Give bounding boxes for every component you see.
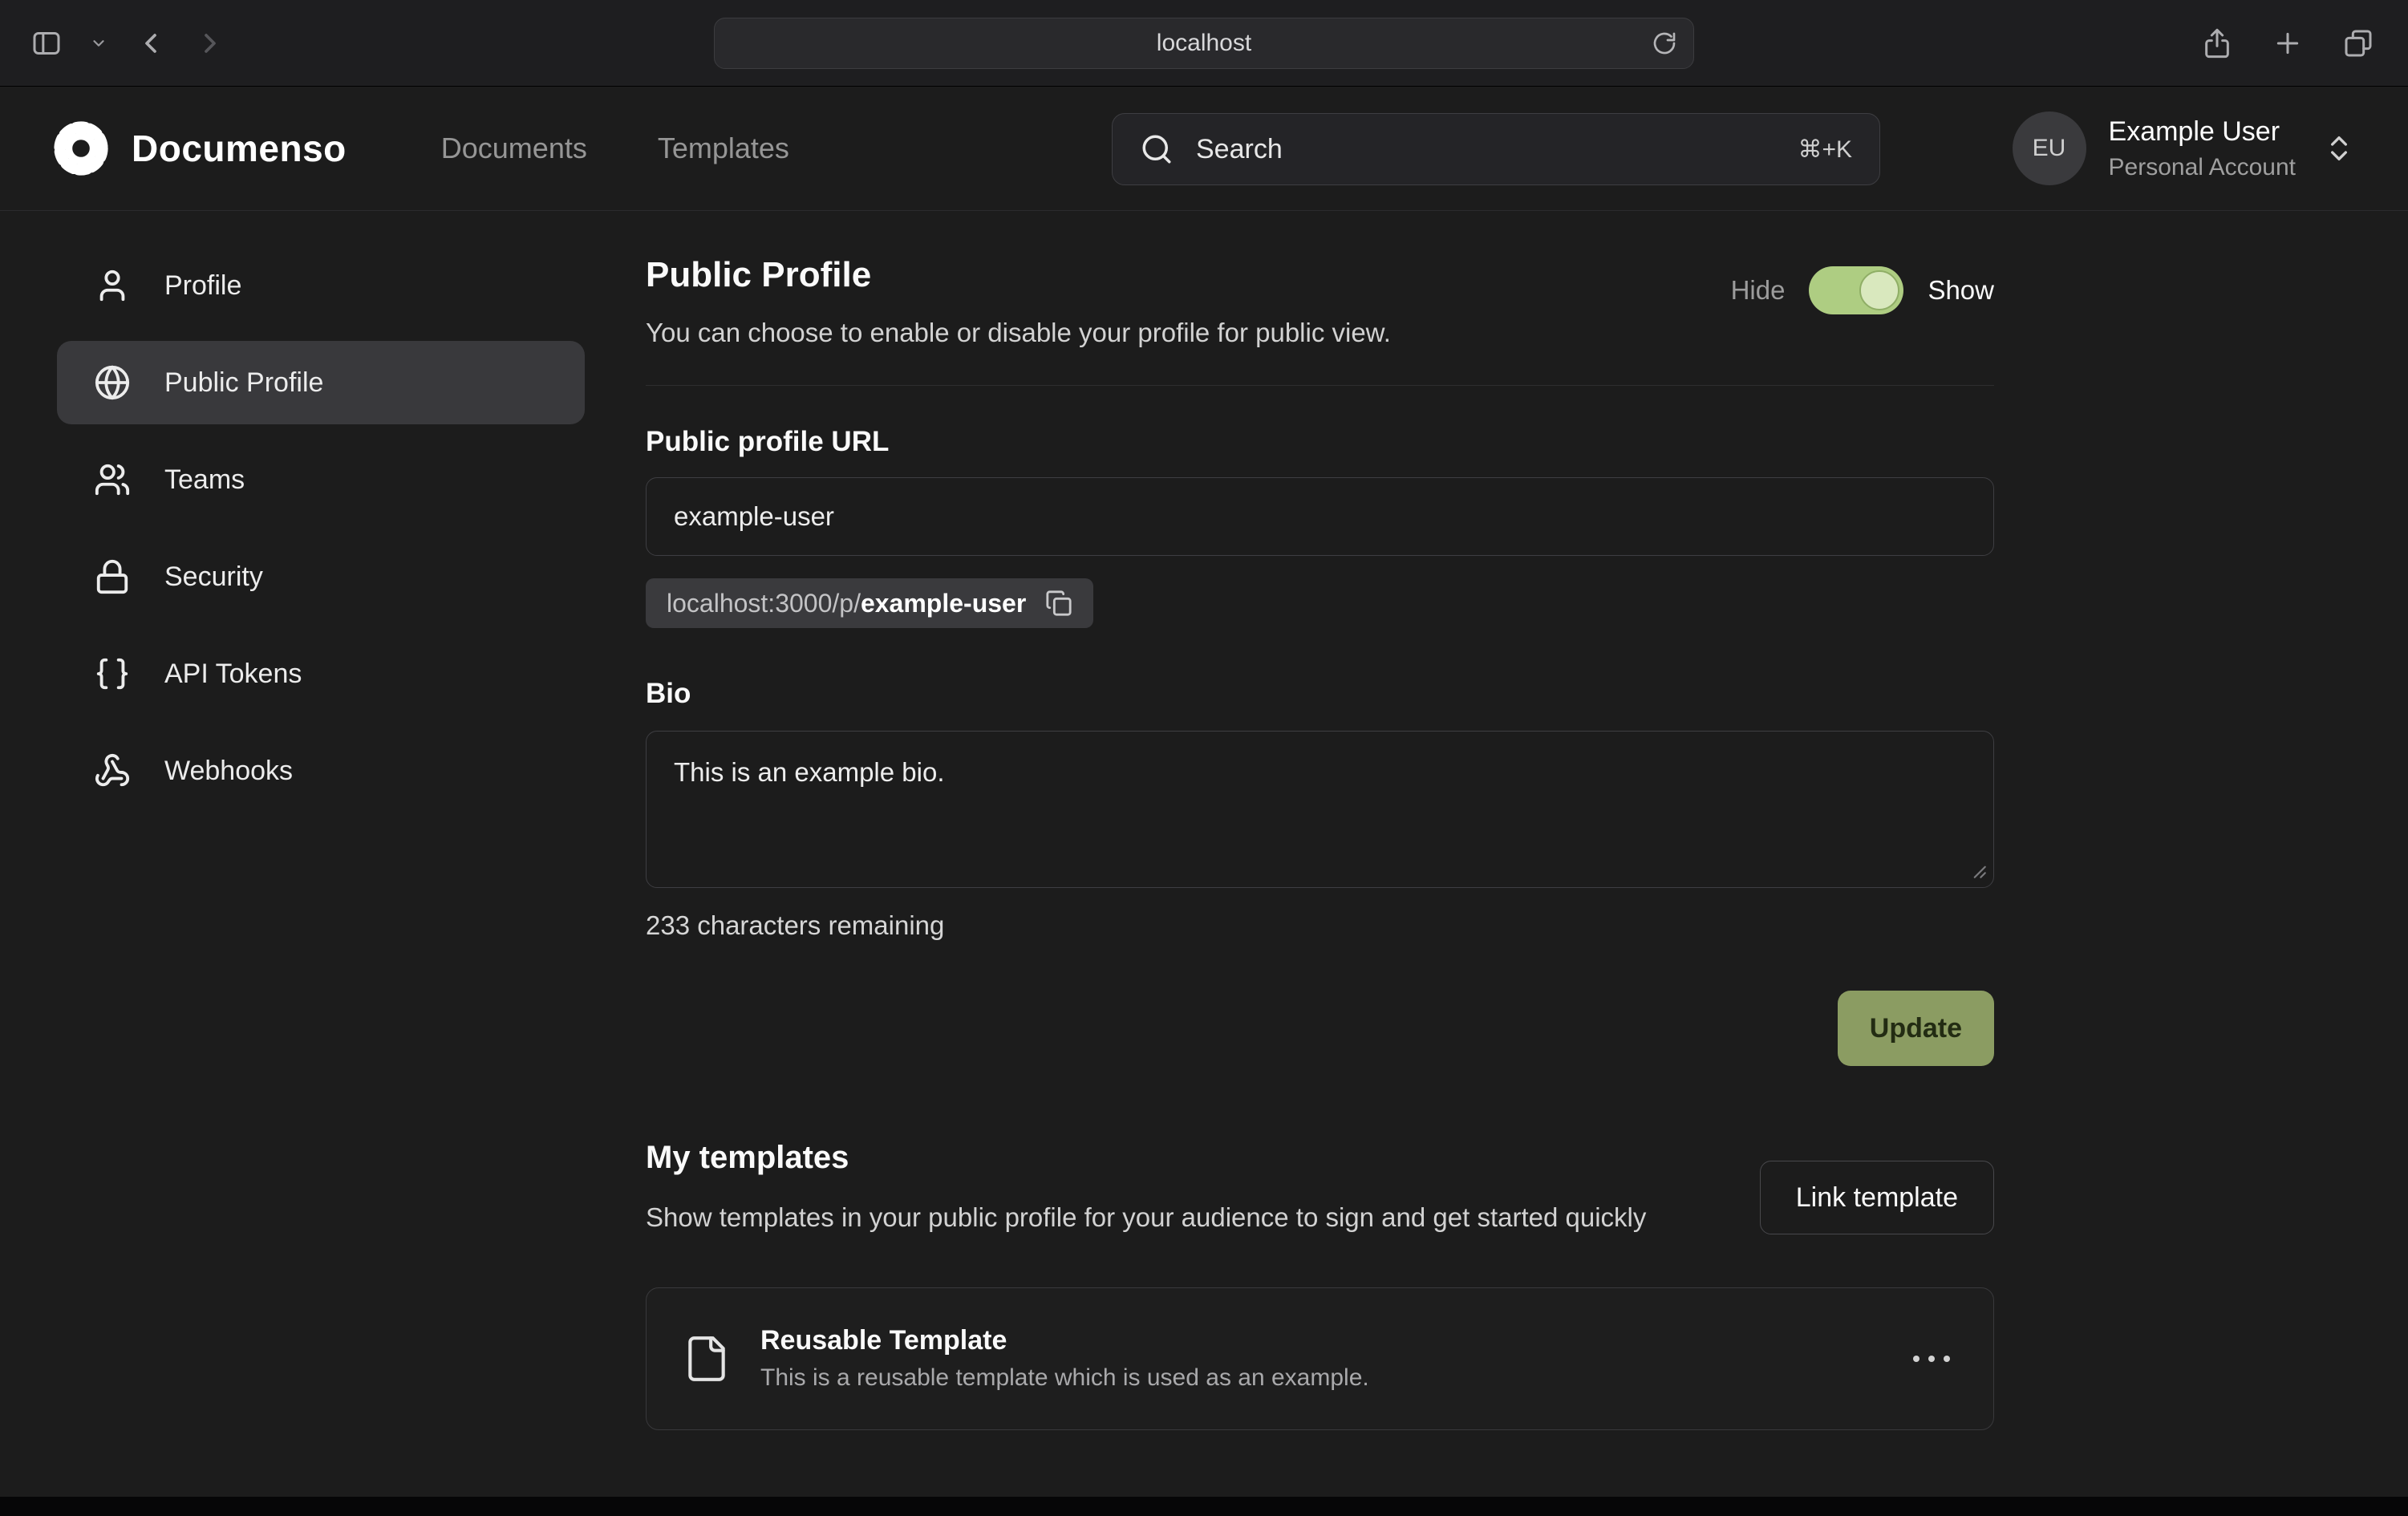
app-body: Profile Public Profile Teams Security AP… (0, 212, 2408, 1497)
sidebar-item-label: Profile (164, 270, 241, 302)
main-nav: Documents Templates (441, 132, 789, 165)
tab-overview-icon[interactable] (2342, 27, 2374, 59)
update-row: Update (646, 991, 1994, 1066)
update-button[interactable]: Update (1838, 991, 1994, 1066)
sidebar-toggle-icon[interactable] (30, 27, 63, 59)
sidebar-item-api-tokens[interactable]: API Tokens (57, 632, 585, 715)
ellipsis-dot (1944, 1356, 1950, 1362)
account-info: Example User Personal Account (2109, 116, 2296, 181)
bio-field-wrap: This is an example bio. (646, 731, 1994, 888)
nav-templates[interactable]: Templates (658, 132, 789, 165)
back-button[interactable] (135, 27, 167, 59)
characters-remaining: 233 characters remaining (646, 910, 1994, 941)
account-name: Example User (2109, 116, 2296, 148)
toggle-show-label: Show (1928, 275, 1994, 306)
page-title-block: Public Profile You can choose to enable … (646, 255, 1391, 348)
profile-visibility-control: Hide Show (1731, 266, 1994, 314)
public-profile-settings: Public Profile You can choose to enable … (646, 212, 1994, 1430)
sidebar-item-security[interactable]: Security (57, 535, 585, 618)
account-type: Personal Account (2109, 154, 2296, 181)
sidebar-item-label: Security (164, 561, 263, 593)
search-shortcut-hint: ⌘+K (1798, 136, 1852, 164)
sidebar-item-label: Teams (164, 464, 245, 496)
globe-icon (94, 364, 131, 401)
account-menu[interactable]: EU Example User Personal Account (2013, 111, 2355, 185)
template-description: This is a reusable template which is use… (760, 1364, 1369, 1392)
sidebar-item-label: API Tokens (164, 659, 302, 690)
sidebar-item-label: Public Profile (164, 367, 323, 399)
documenso-logo-icon (51, 119, 111, 178)
window-bottom-edge (0, 1497, 2408, 1516)
nav-documents[interactable]: Documents (441, 132, 587, 165)
sidebar-item-teams[interactable]: Teams (57, 438, 585, 521)
brand-logo[interactable]: Documenso (51, 119, 347, 178)
address-bar-url: localhost (1157, 30, 1251, 57)
browser-chrome: localhost (0, 0, 2408, 87)
sidebar-item-public-profile[interactable]: Public Profile (57, 341, 585, 424)
new-tab-icon[interactable] (2272, 27, 2304, 59)
chevrons-up-down-icon (2323, 132, 2355, 164)
toggle-hide-label: Hide (1731, 275, 1786, 306)
chevron-down-icon[interactable] (90, 34, 107, 52)
search-icon (1140, 132, 1174, 166)
profile-url-slug: example-user (861, 589, 1026, 618)
template-name: Reusable Template (760, 1325, 1369, 1356)
avatar: EU (2013, 111, 2086, 185)
profile-visibility-toggle[interactable] (1809, 266, 1903, 314)
my-templates-section: My templates Show templates in your publ… (646, 1140, 1994, 1430)
section-divider (646, 385, 1994, 386)
profile-url-text: localhost:3000/p/example-user (667, 589, 1026, 618)
bio-label: Bio (646, 678, 1994, 710)
toggle-thumb (1859, 270, 1899, 310)
my-templates-description: Show templates in your public profile fo… (646, 1198, 1721, 1238)
ellipsis-dot (1928, 1356, 1935, 1362)
browser-toolbar-right (2201, 27, 2374, 59)
reload-icon[interactable] (1652, 30, 1677, 56)
lock-icon (94, 558, 131, 595)
user-icon (94, 267, 131, 304)
sidebar-item-webhooks[interactable]: Webhooks (57, 729, 585, 813)
share-icon[interactable] (2201, 27, 2233, 59)
page-title-row: Public Profile You can choose to enable … (646, 255, 1994, 348)
search-input[interactable]: Search ⌘+K (1112, 113, 1880, 185)
brand-name: Documenso (132, 127, 347, 170)
braces-icon (94, 655, 131, 692)
copy-icon[interactable] (1045, 590, 1072, 617)
profile-url-preview[interactable]: localhost:3000/p/example-user (646, 578, 1093, 628)
page-subtitle: You can choose to enable or disable your… (646, 318, 1391, 348)
public-profile-url-input[interactable] (646, 477, 1994, 556)
file-icon (682, 1334, 732, 1384)
settings-sidebar: Profile Public Profile Teams Security AP… (57, 244, 585, 826)
bio-textarea[interactable]: This is an example bio. (646, 731, 1994, 888)
public-profile-url-label: Public profile URL (646, 426, 1994, 458)
webhook-icon (94, 752, 131, 789)
search-placeholder: Search (1196, 134, 1283, 165)
browser-nav-controls (0, 27, 226, 59)
template-info: Reusable Template This is a reusable tem… (760, 1325, 1369, 1392)
resize-handle-icon[interactable] (1967, 859, 1988, 880)
address-bar[interactable]: localhost (714, 18, 1694, 69)
sidebar-item-label: Webhooks (164, 756, 293, 787)
users-icon (94, 461, 131, 498)
app-header: Documenso Documents Templates Search ⌘+K… (0, 87, 2408, 211)
link-template-button[interactable]: Link template (1760, 1161, 1994, 1234)
page-title: Public Profile (646, 255, 1391, 295)
profile-url-prefix: localhost:3000/p/ (667, 589, 861, 618)
sidebar-item-profile[interactable]: Profile (57, 244, 585, 327)
ellipsis-dot (1913, 1356, 1920, 1362)
forward-button[interactable] (194, 27, 226, 59)
template-menu-button[interactable] (1905, 1348, 1958, 1370)
template-card: Reusable Template This is a reusable tem… (646, 1287, 1994, 1430)
